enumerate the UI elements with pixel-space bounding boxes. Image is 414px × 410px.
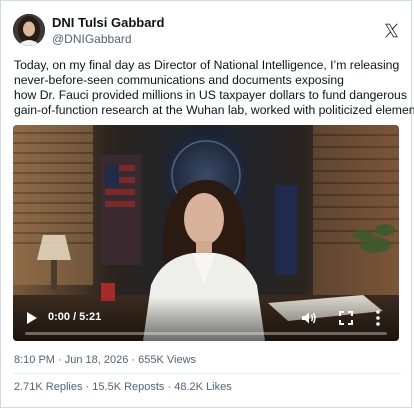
more-options-icon[interactable] xyxy=(375,309,381,327)
divider xyxy=(13,373,401,374)
reposts-count[interactable]: 15.5K Reposts xyxy=(92,381,164,393)
stats-separator: · xyxy=(164,381,175,393)
replies-count[interactable]: 2.71K Replies xyxy=(14,381,83,393)
tweet-text-line: gain-of-function research at the Wuhan l… xyxy=(14,102,414,117)
tweet-text-line: how Dr. Fauci provided millions in US ta… xyxy=(14,87,407,102)
likes-count[interactable]: 48.2K Likes xyxy=(174,381,231,393)
author-handle[interactable]: @DNIGabbard xyxy=(52,32,132,46)
video-time: 0:00 / 5:21 xyxy=(48,311,102,323)
stats-separator: · xyxy=(82,381,93,393)
tweet-time[interactable]: 8:10 PM xyxy=(14,354,55,366)
video-controls: 0:00 / 5:21 xyxy=(13,297,399,341)
play-icon[interactable] xyxy=(26,311,38,325)
tweet-card[interactable]: DNI Tulsi Gabbard @DNIGabbard Today, on … xyxy=(0,0,414,408)
avatar-image xyxy=(13,14,45,46)
tweet-text-line: never-before-seen communications and doc… xyxy=(14,72,344,87)
x-logo-icon[interactable] xyxy=(383,22,400,39)
meta-separator: · xyxy=(54,354,65,366)
tweet-stats: 2.71K Replies · 15.5K Reposts · 48.2K Li… xyxy=(14,381,232,393)
tweet-views[interactable]: 655K Views xyxy=(138,354,196,366)
tweet-date[interactable]: Jun 18, 2026 xyxy=(65,354,129,366)
tweet-meta: 8:10 PM · Jun 18, 2026 · 655K Views xyxy=(14,354,196,366)
video-player[interactable]: 0:00 / 5:21 xyxy=(13,125,399,341)
meta-separator: · xyxy=(128,354,139,366)
tweet-text: Today, on my final day as Director of Na… xyxy=(14,58,414,118)
tweet-text-line: Today, on my final day as Director of Na… xyxy=(14,58,400,72)
video-progress-bar[interactable] xyxy=(25,332,387,335)
fullscreen-icon[interactable] xyxy=(339,311,353,325)
avatar[interactable] xyxy=(13,14,45,46)
author-display-name[interactable]: DNI Tulsi Gabbard xyxy=(52,15,164,30)
volume-icon[interactable] xyxy=(301,310,317,326)
